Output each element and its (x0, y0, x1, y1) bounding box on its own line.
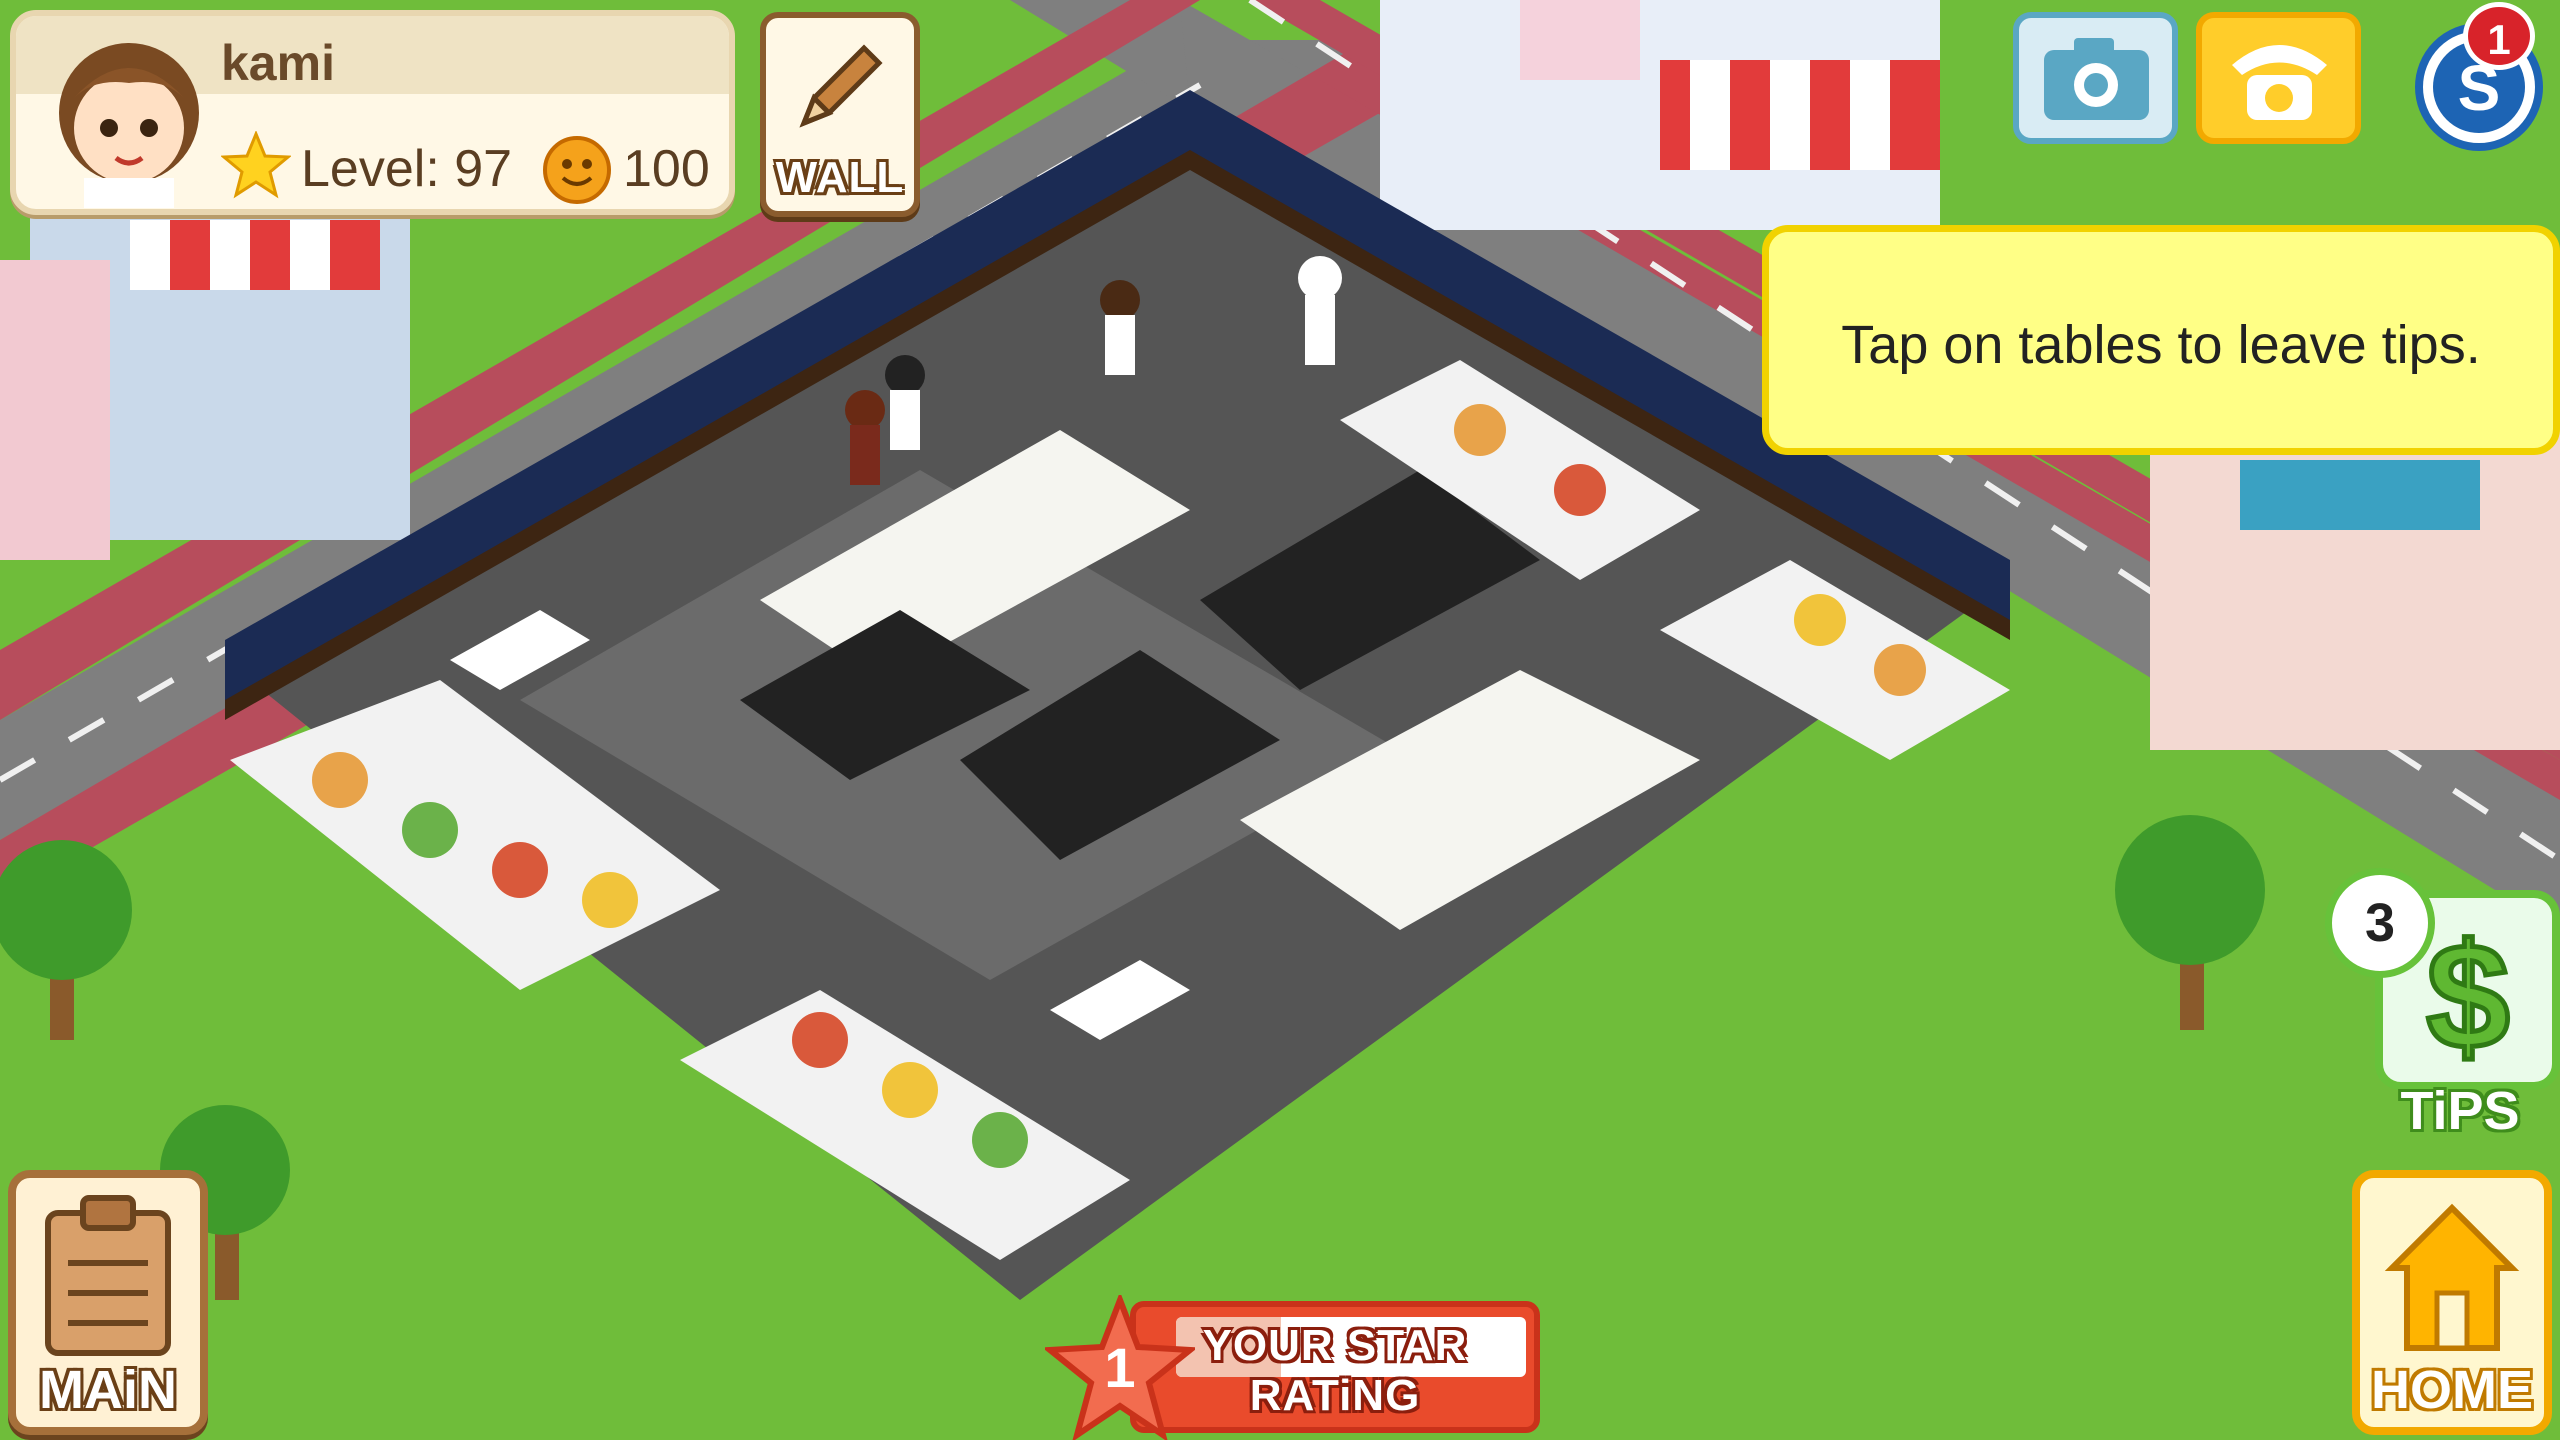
house-icon (2384, 1203, 2520, 1351)
camera-button[interactable] (2013, 12, 2178, 144)
home-label: HOME (2371, 1360, 2533, 1420)
home-button[interactable]: HOME (2352, 1170, 2552, 1435)
restaurant-scene[interactable] (0, 0, 2560, 1440)
clipboard-icon (45, 1195, 171, 1356)
main-label: MAiN (39, 1360, 177, 1420)
phone-button[interactable] (2196, 12, 2361, 144)
player-name: kami (221, 35, 335, 91)
player-profile-panel[interactable]: kami Level: 97 100 (10, 10, 735, 215)
tip-bubble: Tap on tables to leave tips. (1762, 225, 2560, 455)
pencil-icon (799, 44, 883, 128)
camera-icon (2044, 38, 2149, 120)
main-button[interactable]: MAiN (8, 1170, 208, 1435)
phone-icon (2232, 45, 2327, 120)
rating-label: YOUR STAR RATiNG (1202, 1321, 1468, 1420)
tip-text: Tap on tables to leave tips. (1841, 315, 2481, 375)
star-icon (221, 131, 291, 199)
level-label: Level: 97 (301, 140, 513, 198)
wall-label: WALL (775, 153, 905, 202)
wall-button[interactable]: WALL (760, 12, 920, 217)
tips-count: 3 (2325, 868, 2435, 978)
tips-label: TiPS (2400, 1081, 2520, 1141)
coin-count: 100 (623, 140, 710, 198)
notification-badge: 1 (2463, 2, 2535, 70)
coin-icon (543, 136, 611, 204)
player-avatar[interactable] (44, 28, 214, 208)
svg-text:$: $ (2426, 918, 2509, 1068)
rating-star-count: 1 (1104, 1336, 1136, 1399)
star-rating[interactable]: YOUR STAR RATiNG 1 (1045, 1295, 1545, 1440)
